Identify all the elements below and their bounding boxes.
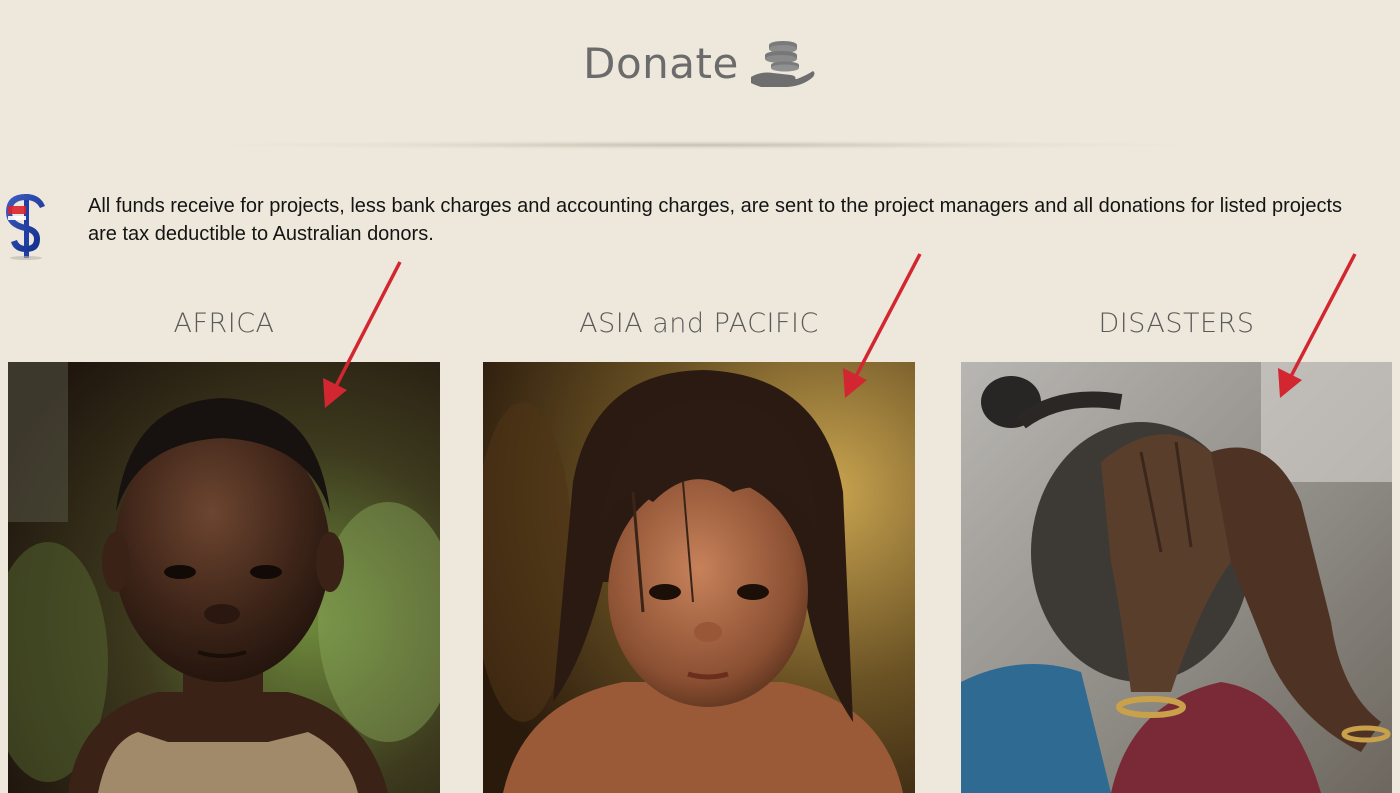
donate-page: Donate All funds receive for projects, l… <box>0 0 1400 793</box>
arrow-asia-pacific-icon <box>843 253 922 398</box>
arrow-africa-icon <box>323 261 402 408</box>
child-portrait-photo[interactable] <box>8 362 440 793</box>
grieving-woman-photo[interactable] <box>961 362 1392 793</box>
header-divider <box>200 140 1200 150</box>
regions-grid: AFRICA ASIA and PACIFIC DISASTERS <box>0 253 1400 793</box>
intro-text: All funds receive for projects, less ban… <box>88 195 1343 245</box>
hand-coins-icon <box>750 41 815 87</box>
intro-section: All funds receive for projects, less ban… <box>6 192 1386 260</box>
site-header: Donate <box>0 18 1400 108</box>
girl-portrait-photo[interactable] <box>483 362 915 793</box>
donate-logo[interactable]: Donate <box>583 37 817 89</box>
donate-title: Donate <box>583 38 739 88</box>
dollar-sign-icon <box>6 194 45 260</box>
arrow-disasters-icon <box>1278 253 1357 398</box>
